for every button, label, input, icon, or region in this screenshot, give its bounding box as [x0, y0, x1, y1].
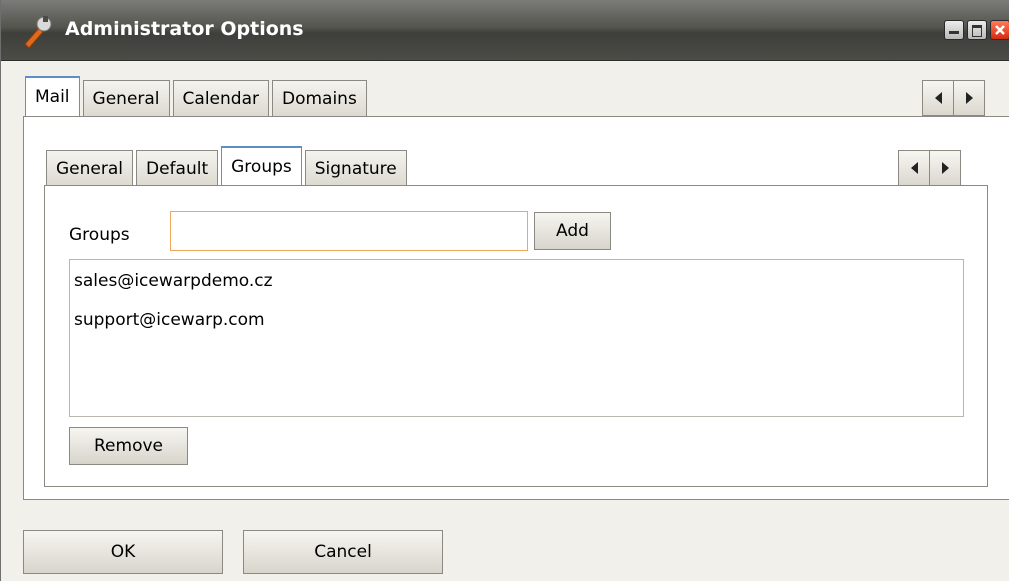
title-bar[interactable]: Administrator Options: [1, 0, 1009, 61]
cancel-button-label: Cancel: [314, 542, 372, 562]
tab-groups[interactable]: Groups: [221, 146, 302, 186]
groups-input[interactable]: [170, 211, 528, 251]
groups-label: Groups: [69, 225, 130, 245]
ok-button-label: OK: [110, 542, 136, 562]
outer-tab-bar: Mail General Calendar Domains: [25, 76, 370, 116]
inner-tab-scroll: [898, 150, 961, 186]
close-icon: [995, 25, 1005, 35]
add-button-label: Add: [556, 221, 589, 241]
maximize-icon: [972, 25, 982, 37]
tab-label: Groups: [231, 157, 292, 177]
inner-tab-prev-button[interactable]: [898, 150, 930, 186]
arrow-right-icon: [941, 162, 949, 174]
tab-label: Calendar: [182, 88, 259, 109]
list-item[interactable]: support@icewarp.com: [74, 310, 265, 330]
list-item[interactable]: sales@icewarpdemo.cz: [74, 271, 273, 291]
groups-list[interactable]: sales@icewarpdemo.cz support@icewarp.com: [69, 259, 964, 417]
tab-signature[interactable]: Signature: [304, 150, 407, 186]
window-title: Administrator Options: [65, 18, 304, 40]
tab-general[interactable]: General: [82, 80, 170, 116]
arrow-left-icon: [910, 162, 918, 174]
outer-tab-scroll: [922, 80, 985, 116]
tab-mail[interactable]: Mail: [25, 76, 80, 116]
ok-button[interactable]: OK: [23, 530, 223, 574]
minimize-button[interactable]: [944, 20, 964, 40]
inner-tab-next-button[interactable]: [929, 150, 961, 186]
tab-label: Mail: [35, 87, 70, 107]
outer-tab-next-button[interactable]: [953, 80, 985, 116]
inner-tab-bar: General Default Groups Signature: [46, 146, 410, 186]
arrow-right-icon: [965, 92, 973, 104]
cancel-button[interactable]: Cancel: [243, 530, 443, 574]
tab-mail-general[interactable]: General: [46, 150, 133, 186]
tab-calendar[interactable]: Calendar: [172, 80, 269, 116]
administrator-options-window: Administrator Options Mail General Calen…: [0, 0, 1009, 581]
minimize-icon: [949, 31, 959, 34]
remove-button[interactable]: Remove: [69, 427, 188, 465]
tab-domains[interactable]: Domains: [271, 80, 367, 116]
tab-label: Domains: [281, 88, 357, 109]
tab-label: General: [56, 158, 123, 179]
tab-default[interactable]: Default: [136, 150, 219, 186]
remove-button-label: Remove: [94, 436, 163, 456]
wrench-icon: [24, 16, 52, 49]
outer-tab-prev-button[interactable]: [922, 80, 954, 116]
arrow-left-icon: [934, 92, 942, 104]
close-button[interactable]: [990, 20, 1009, 40]
tab-label: Default: [146, 158, 209, 179]
add-button[interactable]: Add: [534, 212, 611, 250]
maximize-button[interactable]: [967, 20, 987, 40]
tab-label: General: [92, 88, 160, 109]
tab-label: Signature: [314, 158, 397, 179]
